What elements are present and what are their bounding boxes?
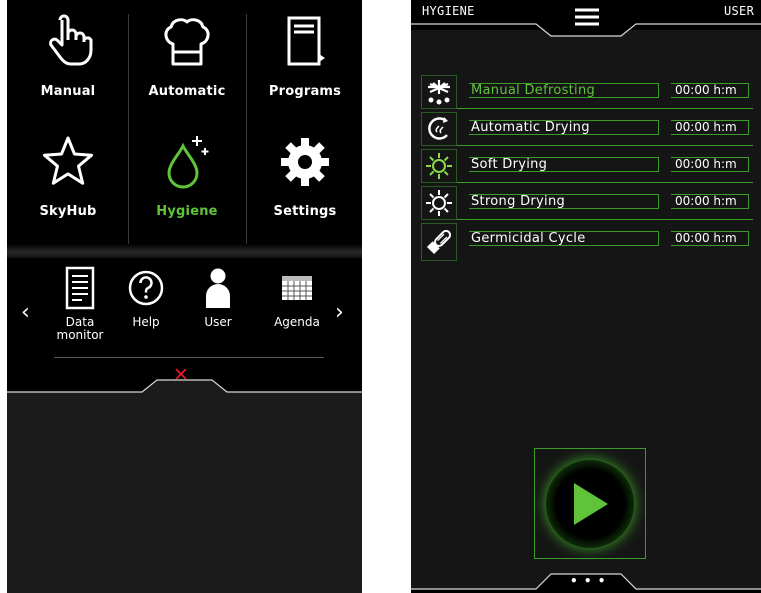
auto-dry-icon	[428, 117, 448, 140]
cycle-icon-box	[421, 112, 457, 146]
user-icon	[206, 268, 230, 308]
shortcut-agenda-label: Agenda	[274, 315, 320, 329]
row-underline	[457, 219, 753, 220]
menu-separator	[7, 244, 362, 258]
next-arrow-button[interactable]: ›	[335, 300, 344, 325]
star-icon	[43, 136, 93, 185]
shortcut-user[interactable]: User	[183, 266, 253, 329]
droplet-sparkle-icon	[167, 136, 209, 189]
chef-hat-icon	[164, 18, 210, 66]
play-button[interactable]	[546, 459, 634, 548]
prev-arrow-button[interactable]: ‹	[21, 300, 30, 325]
user-button[interactable]: USER	[724, 4, 754, 18]
start-cycle-frame[interactable]	[534, 448, 646, 559]
cycle-time: 00:00 h:m	[675, 231, 737, 245]
gear-icon	[281, 138, 329, 186]
main-menu-panel: Manual Automatic Programs SkyHub Hygiene	[7, 0, 362, 593]
row-underline	[457, 145, 753, 146]
shortcut-data-monitor[interactable]: Data monitor	[45, 266, 115, 342]
tile-hygiene-label: Hygiene	[156, 204, 218, 219]
cycle-row-strong-drying[interactable]: Strong Drying 00:00 h:m	[421, 186, 753, 220]
tile-automatic[interactable]: Automatic	[128, 0, 246, 120]
tile-manual[interactable]: Manual	[9, 0, 127, 120]
cycle-time: 00:00 h:m	[675, 83, 737, 97]
cycle-time: 00:00 h:m	[675, 157, 737, 171]
cycle-icon-box	[421, 75, 457, 109]
strong-sun-icon	[426, 190, 452, 216]
tile-programs-label: Programs	[268, 84, 342, 99]
cycle-time: 00:00 h:m	[675, 120, 737, 134]
cycle-name: Manual Defrosting	[471, 83, 596, 98]
shortcut-help[interactable]: Help	[111, 266, 181, 329]
help-icon	[128, 270, 164, 306]
book-icon	[287, 16, 325, 66]
tile-automatic-label: Automatic	[148, 84, 226, 99]
cycle-name: Soft Drying	[471, 157, 548, 172]
cycle-row-manual-defrosting[interactable]: Manual Defrosting 00:00 h:m	[421, 75, 753, 109]
menu-lower-area	[7, 396, 362, 593]
close-button[interactable]: ✕	[173, 364, 189, 386]
cycle-icon-box	[421, 186, 457, 220]
hygiene-panel: HYGIENE USER Manual Defrosting 00:00 h:m	[411, 0, 761, 593]
cycle-row-automatic-drying[interactable]: Automatic Drying 00:00 h:m	[421, 112, 753, 146]
tile-settings[interactable]: Settings	[246, 120, 362, 240]
shortcut-agenda[interactable]: Agenda	[262, 266, 332, 329]
shortcut-divider	[54, 357, 324, 358]
shortcut-data-monitor-label: Data monitor	[56, 315, 104, 342]
cycle-name: Germicidal Cycle	[471, 231, 586, 246]
tile-skyhub-label: SkyHub	[39, 204, 97, 219]
soft-sun-icon	[426, 153, 452, 179]
hand-pointer-icon	[49, 14, 93, 66]
row-underline	[457, 182, 753, 183]
snowflake-icon	[428, 80, 450, 105]
cycle-time: 00:00 h:m	[675, 194, 737, 208]
tile-manual-label: Manual	[40, 84, 96, 99]
shortcut-user-label: User	[204, 315, 232, 329]
document-icon	[65, 266, 95, 310]
tile-programs[interactable]: Programs	[246, 0, 362, 120]
cycle-row-soft-drying[interactable]: Soft Drying 00:00 h:m	[421, 149, 753, 183]
tile-settings-label: Settings	[273, 204, 337, 219]
cycle-name: Strong Drying	[471, 194, 566, 209]
hamburger-menu-icon[interactable]	[573, 7, 601, 27]
cycle-icon-box	[421, 223, 457, 261]
cycle-name: Automatic Drying	[471, 120, 590, 135]
tile-hygiene[interactable]: Hygiene	[128, 120, 246, 240]
more-options-button[interactable]: • • •	[570, 574, 606, 588]
play-icon	[574, 482, 608, 525]
row-underline	[457, 108, 753, 109]
cycle-row-germicidal-cycle[interactable]: Germicidal Cycle 00:00 h:m	[421, 223, 753, 261]
tile-skyhub[interactable]: SkyHub	[9, 120, 127, 240]
uv-lamp-icon	[426, 229, 452, 255]
page-title: HYGIENE	[422, 4, 475, 18]
shortcut-help-label: Help	[132, 315, 160, 329]
cycle-icon-box	[421, 149, 457, 183]
calendar-icon	[282, 276, 312, 300]
